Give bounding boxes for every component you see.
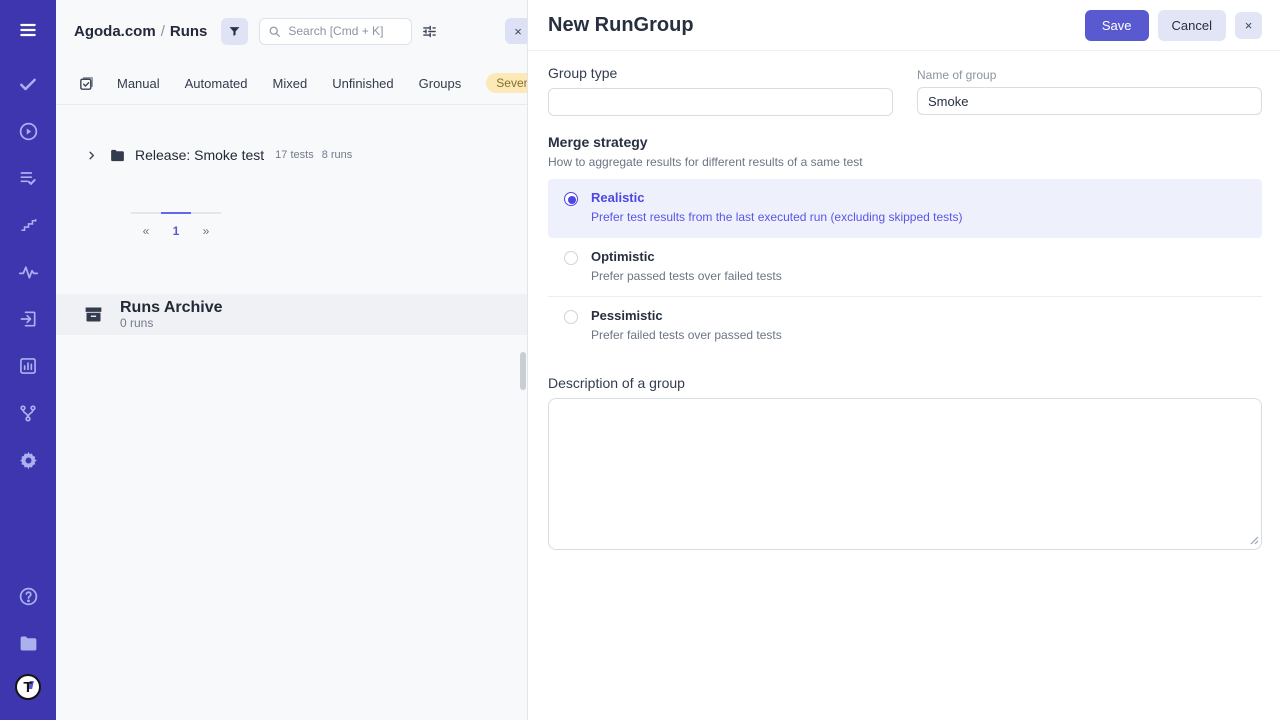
search-input[interactable]: [259, 18, 412, 45]
filter-button[interactable]: [221, 18, 248, 45]
pagination-prev[interactable]: «: [131, 212, 161, 238]
runs-panel-header: Agoda.com/Runs ×: [56, 0, 527, 62]
option-optimistic-title: Optimistic: [591, 249, 782, 264]
folder-icon: [109, 147, 126, 164]
option-optimistic[interactable]: Optimistic Prefer passed tests over fail…: [548, 238, 1262, 297]
tab-mixed[interactable]: Mixed: [273, 76, 308, 91]
tab-groups[interactable]: Groups: [419, 76, 462, 91]
pagination: « 1 »: [131, 212, 221, 238]
option-pessimistic-desc: Prefer failed tests over passed tests: [591, 328, 782, 342]
page-title: New RunGroup: [548, 14, 1085, 37]
option-realistic-desc: Prefer test results from the last execut…: [591, 210, 963, 224]
runs-play-circle-icon[interactable]: [12, 115, 44, 147]
logo-letter: T: [23, 680, 32, 695]
breadcrumb[interactable]: Agoda.com/Runs: [74, 23, 207, 40]
pagination-next[interactable]: »: [191, 212, 221, 238]
funnel-icon: [228, 25, 241, 38]
save-button[interactable]: Save: [1085, 10, 1149, 41]
select-all-icon[interactable]: [78, 75, 95, 92]
run-group-name[interactable]: Release: Smoke test: [135, 147, 264, 163]
pagination-page-1[interactable]: 1: [161, 212, 191, 238]
name-of-group-input[interactable]: [917, 87, 1262, 115]
scrollbar-thumb[interactable]: [520, 352, 526, 390]
tab-unfinished[interactable]: Unfinished: [332, 76, 393, 91]
run-group-row[interactable]: Release: Smoke test 17 tests 8 runs: [56, 140, 527, 170]
name-of-group-label: Name of group: [917, 68, 1262, 82]
group-type-label: Group type: [548, 65, 893, 81]
option-pessimistic[interactable]: Pessimistic Prefer failed tests over pas…: [548, 297, 1262, 355]
merge-strategy-hint: How to aggregate results for different r…: [548, 155, 1262, 169]
description-textarea[interactable]: [548, 398, 1262, 550]
import-icon[interactable]: [12, 303, 44, 335]
drawer-header: New RunGroup Save Cancel ×: [528, 0, 1280, 51]
cancel-button[interactable]: Cancel: [1158, 10, 1226, 41]
menu-icon[interactable]: [12, 14, 44, 46]
steps-icon[interactable]: [12, 209, 44, 241]
radio-checked-icon[interactable]: [564, 192, 578, 206]
resize-grip-icon[interactable]: [1249, 532, 1259, 550]
archive-box-icon: [83, 304, 104, 325]
radio-unchecked-icon[interactable]: [564, 310, 578, 324]
runs-archive-row[interactable]: Runs Archive 0 runs: [56, 294, 527, 335]
breadcrumb-section[interactable]: Runs: [170, 23, 208, 40]
projects-folder-icon[interactable]: [12, 627, 44, 659]
panel-close-button[interactable]: ×: [505, 18, 527, 44]
group-type-input[interactable]: [548, 88, 893, 116]
option-pessimistic-title: Pessimistic: [591, 308, 782, 323]
archive-title: Runs Archive: [120, 299, 223, 317]
help-icon[interactable]: [12, 580, 44, 612]
tab-manual[interactable]: Manual: [117, 76, 160, 91]
option-optimistic-desc: Prefer passed tests over failed tests: [591, 269, 782, 283]
archive-count: 0 runs: [120, 316, 223, 330]
nav-rail: T: [0, 0, 56, 720]
option-realistic-title: Realistic: [591, 190, 963, 205]
radio-unchecked-icon[interactable]: [564, 251, 578, 265]
description-label: Description of a group: [548, 375, 1262, 391]
new-rungroup-drawer: New RunGroup Save Cancel × Group type Na…: [527, 0, 1280, 720]
close-button[interactable]: ×: [1235, 12, 1262, 39]
breadcrumb-project[interactable]: Agoda.com: [74, 23, 156, 40]
adjustments-icon[interactable]: [421, 23, 438, 40]
breadcrumb-separator: /: [156, 23, 170, 40]
branch-icon[interactable]: [12, 397, 44, 429]
merge-strategy-options: Realistic Prefer test results from the l…: [548, 179, 1262, 355]
merge-strategy-label: Merge strategy: [548, 134, 1262, 150]
app-root: T Agoda.com/Runs ×: [0, 0, 1280, 720]
pulse-icon[interactable]: [12, 256, 44, 288]
run-group-runs-count: 8 runs: [322, 149, 353, 161]
tab-severity-badge[interactable]: Severity: [486, 73, 527, 93]
tab-automated[interactable]: Automated: [185, 76, 248, 91]
gear-icon[interactable]: [12, 444, 44, 476]
runs-panel: Agoda.com/Runs × Manual: [56, 0, 527, 720]
option-realistic[interactable]: Realistic Prefer test results from the l…: [548, 179, 1262, 238]
logo-avatar[interactable]: T: [15, 674, 41, 700]
run-group-tests-count: 17 tests: [275, 149, 314, 161]
filter-tabs: Manual Automated Mixed Unfinished Groups…: [56, 62, 527, 105]
plans-list-check-icon[interactable]: [12, 162, 44, 194]
chevron-right-icon[interactable]: [86, 150, 97, 161]
drawer-body: Group type Name of group Merge strategy …: [528, 51, 1280, 575]
tests-check-icon[interactable]: [12, 68, 44, 100]
bar-chart-icon[interactable]: [12, 350, 44, 382]
